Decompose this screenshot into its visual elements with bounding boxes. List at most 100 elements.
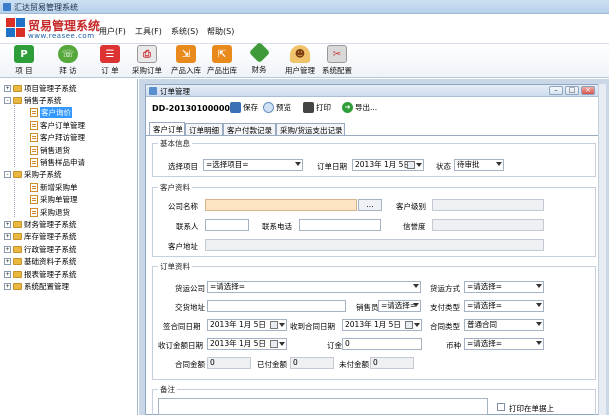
tab-payment-records[interactable]: 客户付款记录 [223, 123, 276, 135]
maximize-button[interactable]: □ [565, 86, 579, 95]
close-button[interactable]: × [581, 86, 595, 95]
select-project-label: 选择项目 [168, 162, 198, 171]
document-icon [30, 207, 38, 217]
folder-icon [13, 258, 22, 266]
tree-leaf[interactable]: 新增采购单 [30, 181, 78, 193]
salesman-label: 销售员 [356, 303, 379, 312]
order-icon: ☰ [100, 45, 120, 63]
toolbar-stock-in-button[interactable]: ⇲ 产品入库 [169, 45, 203, 77]
toolbar-visit-button[interactable]: ☏ 拜 访 [54, 45, 82, 77]
tab-customer-order[interactable]: 客户订单 [149, 122, 185, 135]
collapse-icon[interactable]: - [4, 96, 11, 104]
contact-input[interactable] [205, 219, 249, 231]
remark-textarea[interactable] [158, 398, 488, 415]
tab-purchase-shipping-records[interactable]: 采购/货运支出记录 [276, 123, 345, 135]
export-button[interactable]: ➜ 导出... [342, 102, 377, 113]
status-dropdown[interactable]: 待审批 [454, 159, 504, 171]
payment-type-dropdown[interactable]: =请选择= [464, 300, 544, 312]
receive-date-picker[interactable]: 2013年 1月 5日 [342, 319, 422, 331]
credit-input[interactable] [432, 219, 544, 231]
tab-divider [146, 135, 604, 136]
menu-help[interactable]: 帮助(S) [207, 26, 234, 37]
tree-node[interactable]: + 行政管理子系统 [4, 243, 77, 255]
toolbar-purchase-order-button[interactable]: ⎙ 采购订单 [130, 45, 164, 77]
sign-date-picker[interactable]: 2013年 1月 5日 [207, 319, 287, 331]
paid-amount-input[interactable]: 0 [290, 357, 334, 369]
order-date-picker[interactable]: 2013年 1月 5日 [352, 159, 424, 171]
tree-leaf[interactable]: 采购单管理 [30, 194, 78, 206]
menu-user[interactable]: 用户(F) [99, 26, 126, 37]
tree-label: 客户拜访管理 [40, 133, 85, 143]
vertical-scrollbar[interactable] [598, 84, 606, 415]
print-on-document-checkbox[interactable] [497, 403, 505, 411]
tree-label: 销售样品申请 [40, 157, 85, 167]
shipping-method-dropdown[interactable]: =请选择= [464, 281, 544, 293]
purchase-order-icon: ⎙ [137, 45, 157, 63]
tree-leaf[interactable]: 销售退货 [30, 144, 70, 156]
tree-node[interactable]: + 项目管理子系统 [4, 82, 77, 94]
menu-tools[interactable]: 工具(F) [135, 26, 162, 37]
tree-node[interactable]: - 销售子系统 [4, 94, 62, 106]
salesman-dropdown[interactable]: =请选择= [378, 300, 421, 312]
tree-leaf[interactable]: 采购退货 [30, 206, 70, 218]
toolbar-finance-button[interactable]: 财务 [246, 41, 272, 77]
toolbar-system-config-button[interactable]: ✂ 系统配置 [320, 45, 354, 77]
currency-dropdown[interactable]: =请选择= [464, 338, 544, 350]
collapse-icon[interactable]: - [4, 171, 11, 179]
tree-node[interactable]: + 财务管理子系统 [4, 218, 77, 230]
customer-level-input[interactable] [432, 199, 544, 211]
save-button[interactable]: 保存 [230, 102, 258, 113]
unpaid-amount-input[interactable]: 0 [370, 357, 414, 369]
phone-input[interactable] [299, 219, 381, 231]
order-toolbar: DD-201301000001 保存 预览 打印 ➜ 导出... [146, 98, 604, 120]
folder-icon [13, 84, 22, 92]
select-project-dropdown[interactable]: =选择项目= [203, 159, 303, 171]
calendar-icon [270, 321, 278, 329]
tree-node[interactable]: + 基础资料子系统 [4, 256, 77, 268]
tree-node[interactable]: + 系统配置管理 [4, 280, 69, 292]
tree-leaf[interactable]: 客户订单管理 [30, 119, 85, 131]
tree-node[interactable]: - 采购子系统 [4, 169, 62, 181]
expand-icon[interactable]: + [4, 245, 11, 253]
chevron-down-icon [279, 323, 285, 327]
remark-title: 备注 [158, 384, 177, 395]
contract-amount-input[interactable]: 0 [207, 357, 251, 369]
company-lookup-button[interactable]: ... [358, 199, 382, 211]
delivery-address-input[interactable] [207, 300, 346, 312]
toolbar-user-management-button[interactable]: ☻ 用户管理 [283, 45, 317, 77]
tree-leaf[interactable]: 客户询价 [30, 107, 72, 119]
chevron-down-icon [413, 303, 419, 307]
minimize-button[interactable]: – [549, 86, 563, 95]
tree-label: 客户询价 [40, 107, 72, 119]
preview-button[interactable]: 预览 [263, 102, 291, 113]
order-date-label: 订单日期 [317, 162, 347, 171]
expand-icon[interactable]: + [4, 282, 11, 290]
expand-icon[interactable]: + [4, 84, 11, 92]
toolbar-project-button[interactable]: P 项 目 [10, 45, 38, 77]
main-toolbar: P 项 目 ☏ 拜 访 ☰ 订 单 ⎙ 采购订单 ⇲ 产品入库 ⇱ 产品出库 财… [0, 41, 609, 78]
tree-node[interactable]: + 报表管理子系统 [4, 268, 77, 280]
order-info-title: 订单资料 [158, 261, 192, 272]
tree-leaf[interactable]: 销售样品申请 [30, 156, 85, 168]
expand-icon[interactable]: + [4, 258, 11, 266]
customer-address-input[interactable] [205, 239, 544, 251]
shipping-method-label: 货运方式 [430, 284, 460, 293]
tree-node[interactable]: + 库存管理子系统 [4, 231, 77, 243]
deposit-input[interactable]: 0 [342, 338, 422, 350]
tree-label: 库存管理子系统 [24, 232, 77, 242]
receipt-date-picker[interactable]: 2013年 1月 5日 [207, 338, 287, 350]
print-button[interactable]: 打印 [303, 102, 331, 113]
toolbar-order-button[interactable]: ☰ 订 单 [96, 45, 124, 77]
expand-icon[interactable]: + [4, 220, 11, 228]
company-name-input[interactable] [205, 199, 357, 211]
delivery-address-label: 交货地址 [175, 303, 205, 312]
expand-icon[interactable]: + [4, 233, 11, 241]
contract-type-dropdown[interactable]: 普通合同 [464, 319, 544, 331]
tree-leaf[interactable]: 客户拜访管理 [30, 132, 85, 144]
menu-system[interactable]: 系统(S) [171, 26, 198, 37]
expand-icon[interactable]: + [4, 270, 11, 278]
chevron-down-icon [496, 162, 502, 166]
tab-order-detail[interactable]: 订单明细 [185, 123, 223, 135]
toolbar-stock-out-button[interactable]: ⇱ 产品出库 [205, 45, 239, 77]
freight-company-dropdown[interactable]: =请选择= [207, 281, 421, 293]
